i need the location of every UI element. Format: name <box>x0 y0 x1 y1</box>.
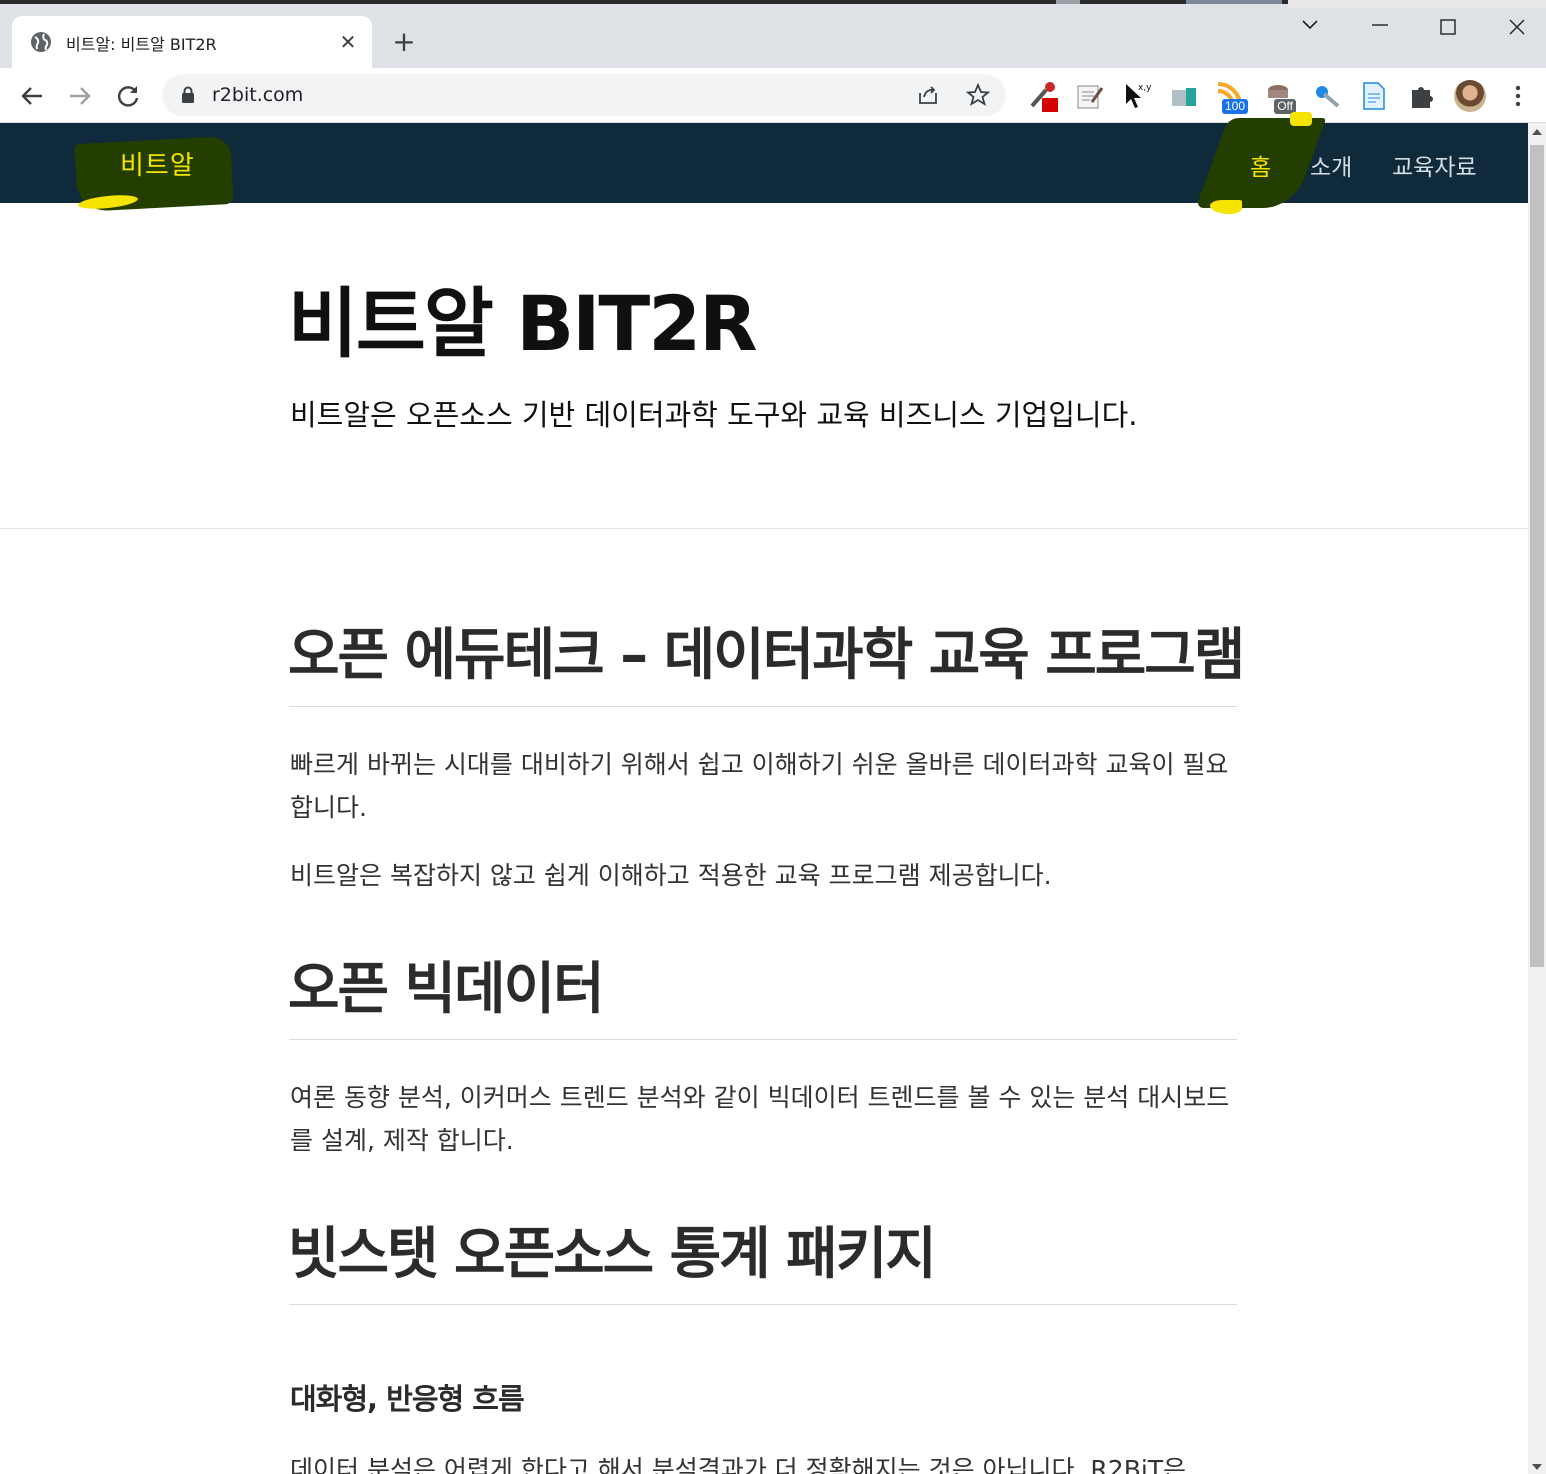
nav-link-home[interactable]: 홈 <box>1250 148 1271 182</box>
divider <box>289 706 1237 707</box>
new-tab-button[interactable]: + <box>390 28 418 56</box>
rss-badge: 100 <box>1221 99 1248 114</box>
marker-highlight <box>1210 200 1242 214</box>
taskbar-segment <box>1056 0 1080 4</box>
tab-close-icon[interactable]: ✕ <box>336 30 360 54</box>
url-text: r2bit.com <box>212 84 304 106</box>
cookie-toggle-icon[interactable]: Off <box>1262 80 1296 114</box>
site-brand-link[interactable]: 비트알 <box>120 145 195 182</box>
taskbar-segment <box>1288 0 1546 8</box>
maximize-icon[interactable] <box>1428 12 1468 42</box>
rss-icon[interactable]: 100 <box>1214 80 1248 114</box>
divider <box>289 1039 1237 1040</box>
taskbar-strip <box>0 0 1546 8</box>
profile-avatar[interactable] <box>1454 80 1486 112</box>
satellite-icon[interactable] <box>1310 80 1342 112</box>
section-subheading: 대화형, 반응형 흐름 <box>290 1382 525 1416</box>
taskbar-segment <box>1186 0 1282 4</box>
section-heading-bigdata: 오픈 빅데이터 <box>288 957 605 1022</box>
browser-toolbar: r2bit.com x,y 100 Off <box>0 68 1546 123</box>
lock-icon[interactable] <box>180 86 196 104</box>
tab-search-icon[interactable] <box>1290 12 1330 42</box>
nav-link-resources[interactable]: 교육자료 <box>1392 148 1477 182</box>
section-paragraph: 빠르게 바뀌는 시대를 대비하기 위해서 쉽고 이해하기 쉬운 올바른 데이터과… <box>290 750 1229 822</box>
share-icon[interactable] <box>916 83 940 107</box>
scrollbar-thumb[interactable] <box>1530 145 1544 967</box>
section-paragraph: 데이터 분석은 어렵게 한다고 해서 분석결과가 더 정확해지는 것은 아닙니다… <box>290 1455 1187 1474</box>
document-icon[interactable] <box>1358 80 1390 112</box>
tab-title: 비트알: 비트알 BIT2R <box>66 35 217 54</box>
section-heading-edutech: 오픈 에듀테크 – 데이터과학 교육 프로그램 <box>288 623 1245 688</box>
hero-subtitle: 비트알은 오픈소스 기반 데이터과학 도구와 교육 비즈니스 기업입니다. <box>290 398 1138 432</box>
section-paragraph: 여론 동향 분석, 이커머스 트렌드 분석와 같이 빅데이터 트렌드를 볼 수 … <box>290 1083 1230 1155</box>
book-icon[interactable] <box>1168 80 1200 112</box>
forward-arrow-icon[interactable] <box>64 80 96 112</box>
section-heading-bitstat: 빗스탯 오픈소스 통계 패키지 <box>288 1222 937 1287</box>
eyedropper-icon[interactable] <box>1028 80 1060 112</box>
minimize-icon[interactable] <box>1360 12 1400 42</box>
divider <box>0 528 1528 529</box>
scroll-up-arrow-icon[interactable] <box>1532 129 1542 135</box>
globe-icon <box>31 32 51 52</box>
nav-link-about[interactable]: 소개 <box>1310 148 1352 182</box>
section-paragraph: 비트알은 복잡하지 않고 쉽게 이해하고 적용한 교육 프로그램 제공합니다. <box>290 861 1052 890</box>
divider <box>289 1304 1237 1305</box>
extensions-puzzle-icon[interactable] <box>1406 80 1438 112</box>
browser-tab[interactable]: 비트알: 비트알 BIT2R ✕ <box>12 16 372 68</box>
svg-text:x,y: x,y <box>1138 83 1152 93</box>
reload-icon[interactable] <box>112 80 144 112</box>
hero-title: 비트알 BIT2R <box>288 279 758 368</box>
notes-icon[interactable] <box>1074 80 1106 112</box>
address-bar[interactable]: r2bit.com <box>162 74 1006 116</box>
cursor-xy-icon[interactable]: x,y <box>1120 80 1152 112</box>
more-menu-icon[interactable] <box>1508 80 1528 112</box>
page-scrollbar[interactable] <box>1528 123 1546 1474</box>
marker-highlight <box>1290 112 1312 126</box>
scroll-down-arrow-icon[interactable] <box>1532 1464 1542 1470</box>
bookmark-star-icon[interactable] <box>965 82 991 108</box>
back-arrow-icon[interactable] <box>16 80 48 112</box>
close-window-icon[interactable] <box>1497 12 1537 42</box>
